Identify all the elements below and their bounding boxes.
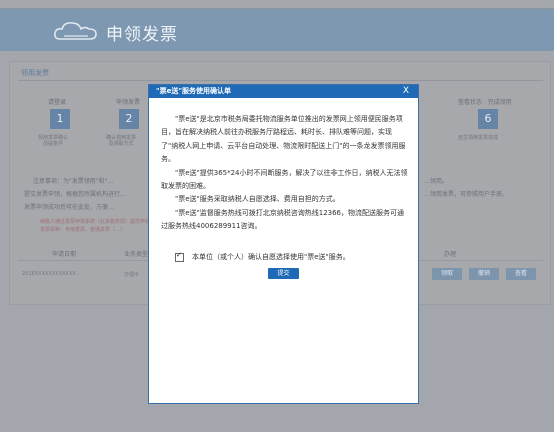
notice-line-1: 注意事项：为"发票领用"和"… <box>33 178 114 185</box>
header-title: 申领发票 <box>106 25 178 45</box>
confirmation-dialog: "票e送"服务使用确认单 X "票e送"是北京市税务局委托物流服务单位推出的发票… <box>148 84 419 404</box>
red-note-2: 发票票种：专用发票、普通发票（…） <box>40 227 126 233</box>
dialog-paragraph-3: "票e送"服务采取纳税人自愿选择、费用自担的方式。 <box>175 195 340 204</box>
dialog-body: "票e送"是北京市税务局委托物流服务单位推出的发票网上领用便民服务项目，旨在解决… <box>161 113 408 234</box>
notice-line-2: 提交发票申领，根据您所属机构进行… <box>24 191 127 198</box>
consent-checkbox[interactable] <box>175 251 184 262</box>
section-title: 领用发票 <box>21 69 49 77</box>
browser-top-strip <box>0 0 554 9</box>
step-1-label: 请登录 <box>48 99 67 106</box>
step-2-sub: 确认领用发票 及领取方式 <box>106 135 137 147</box>
dialog-header: "票e送"服务使用确认单 X <box>149 85 418 98</box>
consent-row: 本单位（或个人）确认自愿选择使用"票e送"服务。 <box>175 251 350 262</box>
dialog-paragraph-1: "票e送"是北京市税务局委托物流服务单位推出的发票网上领用便民服务项目，旨在解决… <box>161 115 406 164</box>
step-6-label: 查看状态 · 完成领用 <box>458 99 512 106</box>
table-cell-status: 办理中 <box>124 272 140 278</box>
notice-right-1: …领用。 <box>424 178 449 185</box>
cloud-logo-icon <box>54 22 97 40</box>
dialog-paragraph-2: "票e送"提供365*24小时不间断服务，解决了以往非工作日，纳税人无法领取发票… <box>161 168 408 191</box>
step-6-sub: 自主领用发票完成 <box>458 135 499 141</box>
table-cell-date: 2018XXXXXXXXXXXX <box>22 271 76 277</box>
close-icon[interactable]: X <box>403 85 409 98</box>
step-6-number: 6 <box>478 109 498 129</box>
row-view-button[interactable]: 查看 <box>506 268 536 280</box>
row-collect-button[interactable]: 领取 <box>432 268 462 280</box>
step-2-label: 申领发票 <box>116 99 141 106</box>
notice-right-2: …领用发票，可参照用户手册。 <box>424 191 509 198</box>
step-1-sub: 领用发票确认 前提条件 <box>38 135 69 147</box>
table-header-date: 申请日期 <box>52 251 77 258</box>
dialog-paragraph-4: "票e送"监督服务热线可拨打北京纳税咨询热线12366，物流配送服务可通过服务热… <box>161 208 405 231</box>
step-2-number: 2 <box>119 109 139 129</box>
step-1-number: 1 <box>50 109 70 129</box>
row-cancel-button[interactable]: 撤销 <box>469 268 499 280</box>
page-header: 申领发票 <box>0 9 554 51</box>
notice-line-3: 发票申领成功后可在此处，方便… <box>24 204 115 211</box>
dialog-title: "票e送"服务使用确认单 <box>156 87 232 95</box>
consent-label: 本单位（或个人）确认自愿选择使用"票e送"服务。 <box>192 253 350 261</box>
table-header-type: 业务类型 <box>124 251 149 258</box>
section-divider <box>18 80 543 81</box>
red-note-1: 纳税人通过发票申领系统（北京税务局）提交申领…… <box>40 219 161 225</box>
table-header-action: 办理 <box>444 251 457 258</box>
submit-button[interactable]: 提交 <box>268 268 299 279</box>
